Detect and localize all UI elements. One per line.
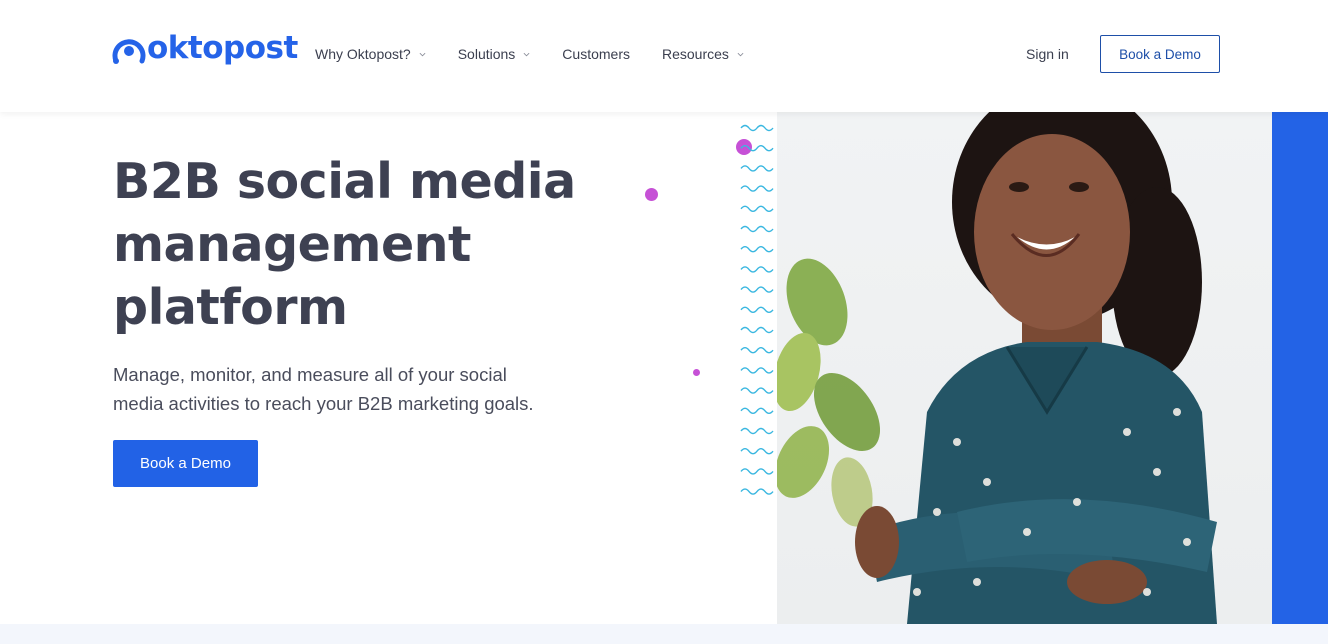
chevron-down-icon bbox=[523, 52, 530, 56]
squiggle-line bbox=[740, 448, 774, 455]
hero-book-demo-button[interactable]: Book a Demo bbox=[113, 440, 258, 487]
nav-item-why-oktopost[interactable]: Why Oktopost? bbox=[315, 44, 426, 64]
hero-title: B2B social media management platform bbox=[113, 150, 633, 339]
sign-in-link[interactable]: Sign in bbox=[1026, 46, 1069, 62]
chevron-down-icon bbox=[737, 52, 744, 56]
squiggle-line bbox=[740, 488, 774, 495]
logo-wordmark: oktopost bbox=[147, 30, 298, 66]
squiggle-line bbox=[740, 427, 774, 435]
squiggle-line bbox=[740, 185, 774, 192]
main-nav: Why Oktopost? Solutions Customers Resour… bbox=[315, 44, 776, 64]
nav-item-label: Customers bbox=[562, 46, 630, 62]
squiggle-line bbox=[740, 306, 774, 313]
hero-title-line: management bbox=[113, 216, 471, 273]
squiggle-line bbox=[740, 246, 774, 253]
squiggle-line bbox=[740, 347, 774, 354]
nav-item-label: Solutions bbox=[457, 46, 516, 62]
oktopost-logo[interactable]: oktopost bbox=[112, 28, 298, 68]
decorative-dot bbox=[693, 369, 700, 376]
nav-item-resources[interactable]: Resources bbox=[662, 44, 744, 64]
hero-subtitle-line: media activities to reach your B2B marke… bbox=[113, 393, 534, 414]
section-divider-strip bbox=[0, 624, 1328, 644]
hero-photo bbox=[777, 112, 1272, 624]
hero-title-line: platform bbox=[113, 279, 348, 336]
squiggle-line bbox=[740, 165, 774, 172]
squiggle-line bbox=[740, 407, 774, 414]
nav-item-label: Why Oktopost? bbox=[315, 46, 411, 62]
squiggle-line bbox=[740, 124, 774, 132]
nav-item-solutions[interactable]: Solutions bbox=[458, 44, 531, 64]
header-book-demo-button[interactable]: Book a Demo bbox=[1100, 35, 1220, 73]
squiggle-line bbox=[740, 468, 774, 475]
decorative-blue-band bbox=[1272, 112, 1328, 624]
site-header: oktopost Why Oktopost? Solutions Custome… bbox=[0, 0, 1328, 112]
hero-subtitle-line: Manage, monitor, and measure all of your… bbox=[113, 364, 507, 385]
hero-person-image bbox=[777, 112, 1217, 624]
squiggle-line bbox=[740, 205, 774, 212]
hero-subtitle: Manage, monitor, and measure all of your… bbox=[113, 360, 563, 418]
squiggle-line bbox=[740, 387, 774, 394]
chevron-down-icon bbox=[419, 52, 426, 56]
plant-leaves bbox=[777, 258, 881, 527]
nav-item-label: Resources bbox=[661, 46, 729, 62]
squiggle-line bbox=[740, 266, 774, 273]
nav-item-customers[interactable]: Customers bbox=[562, 44, 630, 64]
squiggle-line bbox=[740, 367, 774, 374]
squiggle-line bbox=[740, 145, 774, 152]
squiggle-line bbox=[740, 286, 774, 293]
decorative-dot bbox=[645, 188, 658, 201]
hero-title-line: B2B social media bbox=[113, 153, 576, 210]
decorative-squiggle-pattern bbox=[740, 124, 774, 495]
squiggle-line bbox=[740, 326, 774, 334]
oktopost-logo-icon bbox=[112, 39, 146, 64]
squiggle-line bbox=[740, 225, 774, 233]
